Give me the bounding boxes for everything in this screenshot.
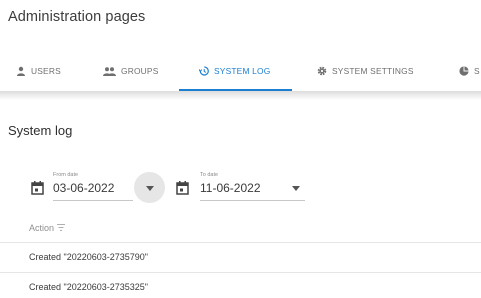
table-row: Created "20220603-2735790" xyxy=(29,252,148,262)
tab-system-log[interactable]: SYSTEM LOG xyxy=(199,52,270,89)
chevron-down-icon xyxy=(146,186,154,191)
tab-system-log-label: SYSTEM LOG xyxy=(214,65,271,76)
tab-groups-label: GROUPS xyxy=(121,65,159,76)
tab-statistics[interactable]: S xyxy=(459,52,480,89)
from-date-label: From date xyxy=(53,172,79,178)
to-date-label: To date xyxy=(200,172,219,178)
from-date-input[interactable]: 03-06-2022 xyxy=(53,181,114,195)
section-title: System log xyxy=(8,123,73,138)
tab-groups[interactable]: GROUPS xyxy=(103,52,159,89)
column-header-label: Action xyxy=(29,223,55,233)
tab-system-settings[interactable]: SYSTEM SETTINGS xyxy=(317,52,414,89)
page-title: Administration pages xyxy=(8,9,146,25)
groups-icon xyxy=(103,66,116,76)
table-row: Created "20220603-2735325" xyxy=(29,282,148,292)
tabs-divider xyxy=(0,91,481,100)
to-date-input[interactable]: 11-06-2022 xyxy=(200,181,261,195)
pie-chart-icon xyxy=(459,65,469,76)
calendar-icon[interactable] xyxy=(31,181,44,195)
filter-icon[interactable] xyxy=(57,223,66,233)
row-divider xyxy=(0,242,481,243)
tab-system-settings-label: SYSTEM SETTINGS xyxy=(332,65,414,76)
tab-users[interactable]: USERS xyxy=(16,52,61,89)
tab-users-label: USERS xyxy=(31,65,61,76)
tab-statistics-label: S xyxy=(474,65,480,76)
to-date-underline xyxy=(200,200,305,201)
column-header-action[interactable]: Action xyxy=(29,223,66,233)
admin-tabs: USERS GROUPS SYSTEM LOG SYSTEM SETTINGS … xyxy=(0,52,481,92)
chevron-down-icon[interactable] xyxy=(292,186,300,191)
calendar-icon[interactable] xyxy=(176,181,189,195)
history-icon xyxy=(199,65,209,76)
user-icon xyxy=(16,66,26,76)
gear-icon xyxy=(317,66,327,76)
row-divider xyxy=(0,272,481,273)
from-date-underline xyxy=(53,200,133,201)
